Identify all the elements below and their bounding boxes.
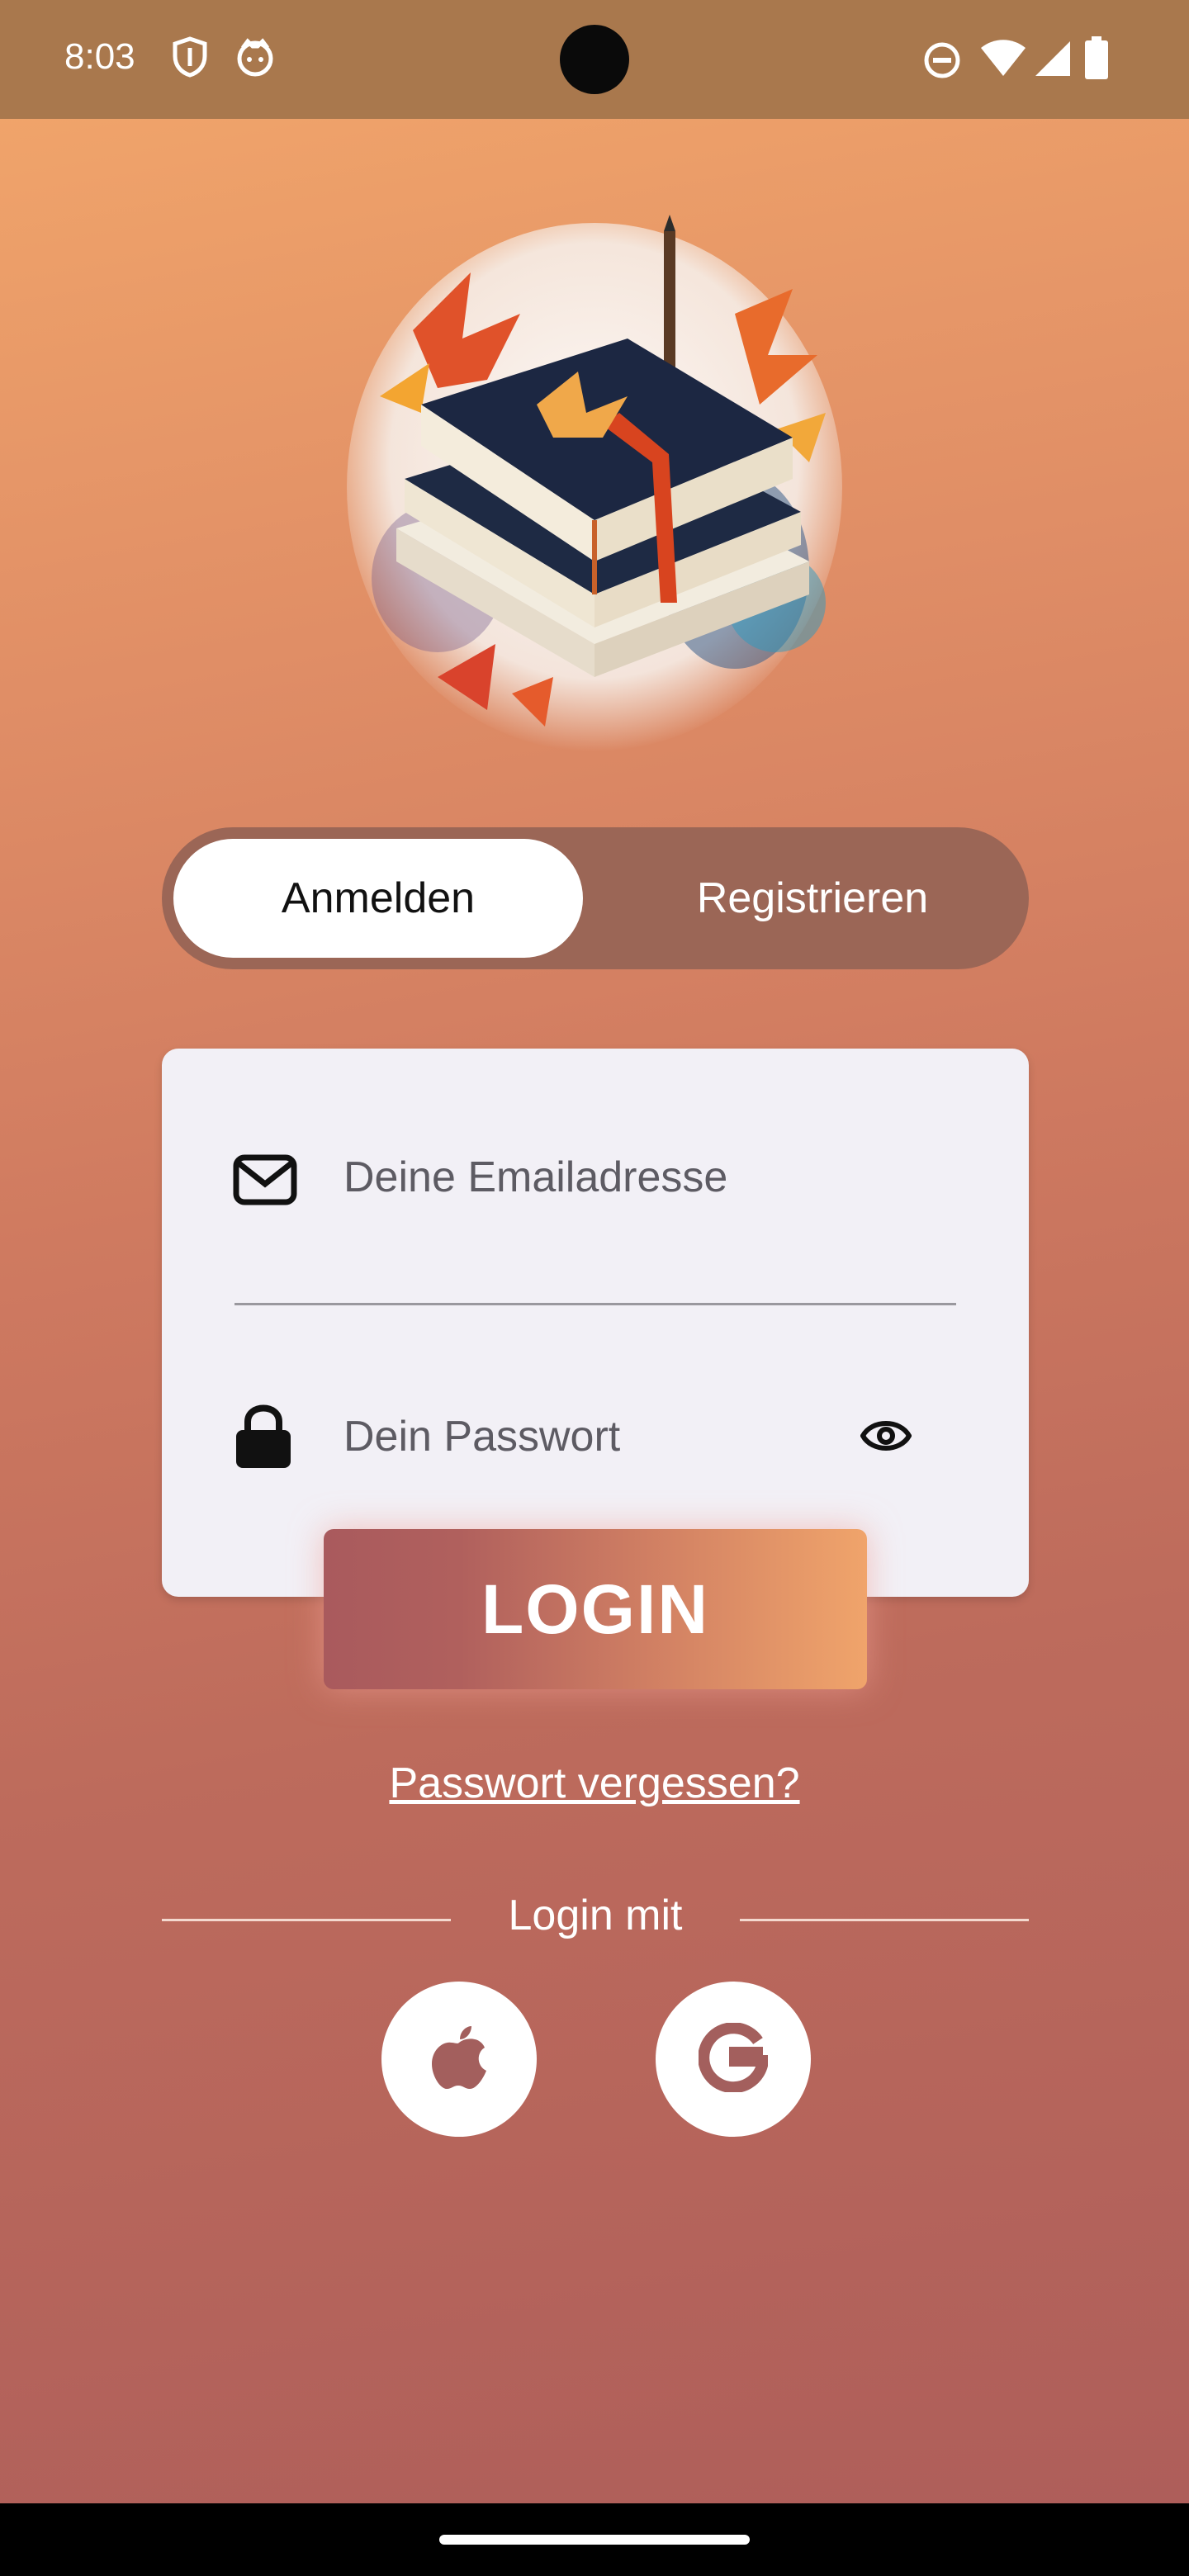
home-gesture-handle[interactable] bbox=[439, 2535, 750, 2545]
front-camera bbox=[560, 25, 629, 94]
eye-icon[interactable] bbox=[860, 1417, 912, 1459]
wifi-icon bbox=[979, 40, 1027, 82]
status-time: 8:03 bbox=[64, 36, 135, 77]
login-with-label: Login mit bbox=[508, 1892, 683, 1939]
tab-anmelden[interactable]: Anmelden bbox=[173, 839, 583, 958]
apple-icon bbox=[430, 2024, 488, 2095]
face-icon bbox=[234, 36, 276, 82]
lock-icon bbox=[234, 1402, 292, 1474]
do-not-disturb-icon bbox=[923, 41, 961, 83]
forgot-password-link[interactable]: Passwort vergessen? bbox=[0, 1759, 1189, 1808]
battery-icon bbox=[1085, 36, 1108, 83]
login-button[interactable]: LOGIN bbox=[324, 1529, 867, 1689]
login-with-divider: Login mit bbox=[162, 1891, 1029, 1949]
divider-line-right bbox=[740, 1919, 1029, 1921]
signal-icon bbox=[1034, 40, 1072, 82]
password-field[interactable]: Dein Passwort bbox=[343, 1412, 620, 1461]
shield-icon bbox=[172, 36, 208, 82]
auth-tabs: Anmelden Registrieren bbox=[162, 827, 1029, 969]
login-form-card: Deine Emailadresse Dein Passwort bbox=[162, 1049, 1029, 1597]
hero-image bbox=[347, 215, 859, 776]
apple-login-button[interactable] bbox=[381, 1982, 537, 2137]
google-icon bbox=[698, 2021, 770, 2096]
status-bar: 8:03 bbox=[0, 0, 1189, 119]
tab-registrieren[interactable]: Registrieren bbox=[608, 839, 1017, 958]
mail-icon bbox=[233, 1154, 297, 1210]
email-underline bbox=[234, 1303, 956, 1305]
google-login-button[interactable] bbox=[656, 1982, 811, 2137]
email-field[interactable]: Deine Emailadresse bbox=[343, 1153, 727, 1202]
